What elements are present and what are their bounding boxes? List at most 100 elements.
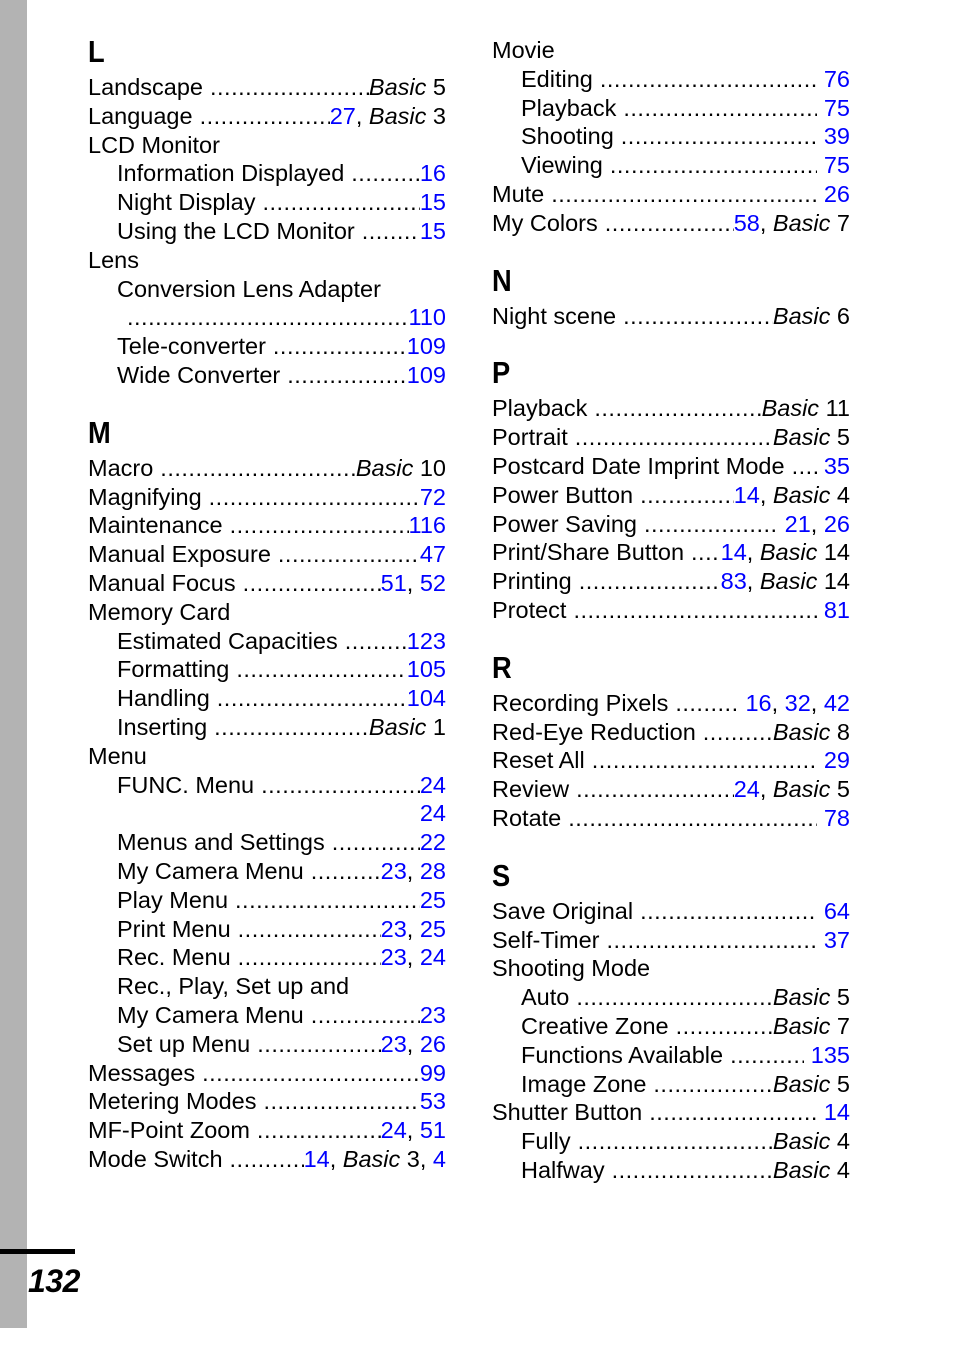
index-entry-leader-dots bbox=[200, 102, 330, 131]
index-entry-page-refs: 99 bbox=[419, 1059, 446, 1086]
index-entry-label: Rec. Menu bbox=[117, 944, 231, 971]
index-entry: Functions Available 135 bbox=[492, 1041, 850, 1070]
index-entry-page-refs: 105 bbox=[406, 656, 446, 683]
index-entry: Manual Exposure 47 bbox=[88, 540, 446, 569]
index-entry-label: MF-Point Zoom bbox=[88, 1117, 250, 1144]
index-entry-page-refs: 78 bbox=[823, 804, 850, 831]
index-entry-label: Shutter Button bbox=[492, 1099, 643, 1126]
index-entry-page-refs: 123 bbox=[406, 627, 446, 654]
index-entry-page-refs: 75 bbox=[823, 152, 850, 179]
index-entry-label: Protect bbox=[492, 596, 567, 623]
index-entry-leader-dots bbox=[610, 151, 817, 180]
index-entry-leader-dots bbox=[640, 897, 817, 926]
index-entry: Postcard Date Imprint Mode 35 bbox=[492, 452, 850, 481]
index-entry-label: Print/Share Button bbox=[492, 539, 685, 566]
index-section-entries: Landscape Basic 5 Language 27, Basic 3 LCD M… bbox=[88, 73, 446, 390]
index-section-letter: M bbox=[88, 414, 111, 450]
index-entry-label: Manual Focus bbox=[88, 569, 236, 596]
index-entry-leader-dots bbox=[230, 511, 409, 540]
index-entry-page-refs: Basic 5 bbox=[772, 984, 850, 1011]
index-entry: My Camera Menu 23 bbox=[88, 1001, 446, 1030]
index-entry: My Colors 58, Basic 7 bbox=[492, 209, 850, 238]
index-entry-page-refs: 24 bbox=[419, 800, 446, 827]
index-entry-label: Portrait bbox=[492, 424, 568, 451]
index-entry-label: Playback bbox=[521, 94, 617, 121]
index-entry-label: Language bbox=[88, 102, 193, 129]
index-entry-page-refs: 76 bbox=[823, 65, 850, 92]
index-entry-page-refs: 23, 24 bbox=[380, 944, 446, 971]
index-entry-leader-dots bbox=[209, 483, 420, 512]
index-entry-leader-dots bbox=[235, 886, 420, 915]
index-entry: Editing 76 bbox=[492, 65, 850, 94]
index-entry-leader-dots bbox=[345, 627, 407, 656]
index-entry-leader-dots bbox=[644, 510, 778, 539]
index-entry-label: Wide Converter bbox=[117, 361, 281, 388]
index-entry-label: Rotate bbox=[492, 804, 562, 831]
index-entry: Play Menu 25 bbox=[88, 886, 446, 915]
index-entry: Recording Pixels 16, 32, 42 bbox=[492, 689, 850, 718]
index-entry-leader-dots bbox=[217, 684, 407, 713]
index-entry: Auto Basic 5 bbox=[492, 983, 850, 1012]
index-entry-page-refs: 22 bbox=[419, 829, 446, 856]
index-entry-heading: Lens bbox=[88, 246, 446, 275]
index-entry-label: Formatting bbox=[117, 656, 230, 683]
index-entry-label: Printing bbox=[492, 568, 572, 595]
index-entry-page-refs: 23 bbox=[419, 1001, 446, 1028]
index-entry: Review 24, Basic 5 bbox=[492, 775, 850, 804]
index-entry-label: My Camera Menu bbox=[117, 857, 304, 884]
index-entry-page-refs: 135 bbox=[810, 1041, 850, 1068]
index-entry-page-refs: 110 bbox=[408, 304, 446, 331]
index-entry-page-refs: 16 bbox=[419, 160, 446, 187]
index-entry-leader-dots bbox=[607, 926, 817, 955]
index-entry-label: Magnifying bbox=[88, 483, 202, 510]
index-entry-page-refs: Basic 5 bbox=[772, 424, 850, 451]
index-entry-page-refs: 37 bbox=[823, 926, 850, 953]
index-entry: Print Menu 23, 25 bbox=[88, 915, 446, 944]
index-entry-leader-dots bbox=[278, 540, 420, 569]
index-entry: MF-Point Zoom 24, 51 bbox=[88, 1116, 446, 1145]
index-entry-continuation: 110 bbox=[88, 303, 446, 332]
index-entry-leader-dots bbox=[575, 423, 773, 452]
index-entry-leader-dots bbox=[311, 1001, 420, 1030]
index-entry-page-refs: 26 bbox=[823, 180, 850, 207]
index-entry-label: Conversion Lens Adapter bbox=[117, 275, 381, 302]
index-entry-leader-dots bbox=[264, 1087, 420, 1116]
index-entry-label: Macro bbox=[88, 454, 154, 481]
index-entry-leader-dots bbox=[703, 718, 773, 747]
index-entry-label: Self-Timer bbox=[492, 926, 600, 953]
index-entry-heading: Menu bbox=[88, 742, 446, 771]
index-entry: Messages 99 bbox=[88, 1059, 446, 1088]
index-entry-label: My Camera Menu bbox=[117, 1001, 304, 1028]
index-section: N Night scene Basic 6 bbox=[492, 265, 850, 331]
index-entry: Handling 104 bbox=[88, 684, 446, 713]
index-entry-label: My Colors bbox=[492, 209, 598, 236]
index-entry-label: Save Original bbox=[492, 897, 634, 924]
index-entry-page-refs: 23, 26 bbox=[380, 1030, 446, 1057]
index-entry-label: Auto bbox=[521, 984, 570, 1011]
index-entry-page-refs: Basic 5 bbox=[368, 74, 446, 100]
index-entry: Viewing 75 bbox=[492, 151, 850, 180]
index-entry-label: Landscape bbox=[88, 74, 203, 100]
index-entry: FUNC. Menu 24 bbox=[88, 771, 446, 800]
index-entry-leader-dots bbox=[568, 804, 817, 833]
index-section-entries: Playback Basic 11 Portrait Basic 5Postcard … bbox=[492, 394, 850, 624]
index-entry-page-refs: Basic 4 bbox=[772, 1156, 850, 1183]
index-entry-page-refs: 14, Basic 4 bbox=[733, 481, 850, 508]
index-entry-leader-dots bbox=[273, 332, 407, 361]
index-entry-label: Messages bbox=[88, 1059, 196, 1086]
index-entry-leader-dots bbox=[730, 1041, 804, 1070]
index-entry-label: Night scene bbox=[492, 302, 617, 329]
index-entry-leader-dots bbox=[579, 567, 721, 596]
index-entry: Estimated Capacities 123 bbox=[88, 627, 446, 656]
index-entry-label: Maintenance bbox=[88, 512, 223, 539]
index-section-letter: N bbox=[492, 262, 512, 298]
index-entry-leader-dots bbox=[362, 217, 420, 246]
index-entry-label: Postcard Date Imprint Mode bbox=[492, 452, 785, 479]
index-entry: Metering Modes 53 bbox=[88, 1087, 446, 1116]
index-entry-label: Mute bbox=[492, 180, 545, 207]
index-entry-leader-dots bbox=[236, 655, 406, 684]
index-entry-label: Rec., Play, Set up and bbox=[117, 973, 350, 1000]
index-entry-label: Tele-converter bbox=[117, 333, 266, 360]
index-entry: Playback 75 bbox=[492, 94, 850, 123]
index-entry: Printing 83, Basic 14 bbox=[492, 567, 850, 596]
